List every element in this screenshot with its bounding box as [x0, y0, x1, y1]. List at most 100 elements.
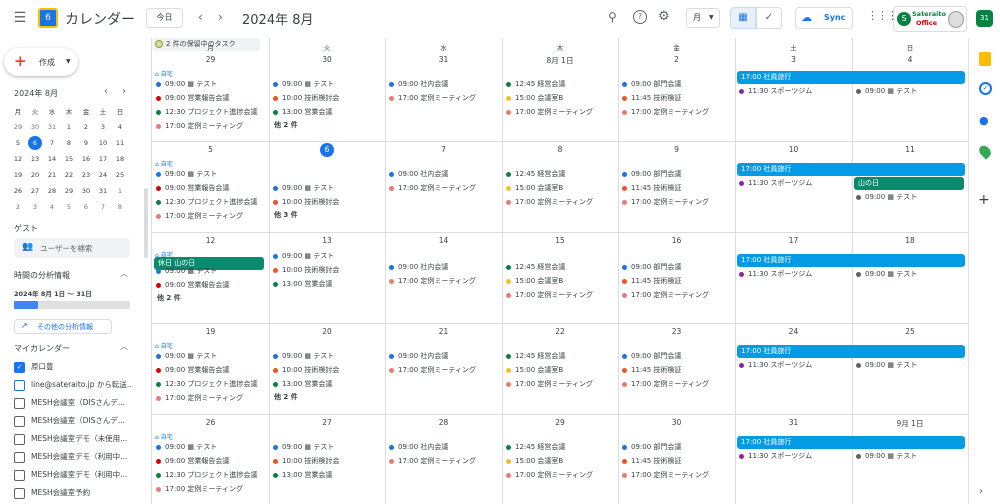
event-item[interactable]: 09:00 ▦ テスト [156, 168, 265, 180]
event-item[interactable]: 09:00 部門会議 [622, 78, 731, 90]
calendar-checkbox[interactable] [14, 452, 25, 463]
event-item[interactable]: 10:00 技術検討会 [273, 92, 381, 104]
mini-day[interactable]: 7 [95, 200, 111, 214]
event-item[interactable]: 17:00 定例ミーティング [622, 469, 731, 481]
day-number[interactable]: 11 [852, 145, 968, 154]
day-number[interactable]: 30 [269, 55, 385, 64]
mini-day[interactable]: 11 [112, 136, 128, 150]
event-item[interactable]: 12:30 プロジェクト進捗会議 [156, 196, 265, 208]
help-icon[interactable]: ? [633, 10, 647, 24]
day-number[interactable]: 9月 1日 [852, 418, 968, 429]
day-number[interactable]: 14 [385, 236, 502, 245]
day-number[interactable]: 12 [152, 236, 269, 245]
event-item[interactable]: 09:00 社内会議 [389, 350, 498, 362]
day-number[interactable]: 30 [618, 418, 735, 427]
mini-day[interactable]: 17 [95, 152, 111, 166]
day-number[interactable]: 21 [385, 327, 502, 336]
event-item[interactable]: 17:00 定例ミーティング [389, 455, 498, 467]
calendar-checkbox[interactable] [14, 470, 25, 481]
more-insights-button[interactable]: ↗ その他の分析情報 [14, 319, 112, 334]
mini-day[interactable]: 13 [27, 152, 43, 166]
day-number[interactable]: 29 [502, 418, 618, 427]
event-item[interactable]: 09:00 部門会議 [622, 441, 731, 453]
more-events-link[interactable]: 他 3 件 [274, 210, 298, 220]
event-item[interactable]: 17:00 定例ミーティング [506, 289, 614, 301]
event-item[interactable]: 12:45 経営会議 [506, 441, 614, 453]
event-item[interactable]: 17:00 定例ミーティング [389, 92, 498, 104]
event-item[interactable]: 12:45 経営会議 [506, 350, 614, 362]
collapse-chevron-icon[interactable]: ︿ [120, 341, 128, 352]
event-item[interactable]: 17:00 定例ミーティング [389, 364, 498, 376]
mini-day[interactable]: 22 [61, 168, 77, 182]
mini-day[interactable]: 4 [112, 120, 128, 134]
mini-day[interactable]: 4 [44, 200, 60, 214]
mini-day[interactable]: 15 [61, 152, 77, 166]
mini-day[interactable]: 25 [112, 168, 128, 182]
more-events-link[interactable]: 他 2 件 [157, 293, 181, 303]
event-item[interactable]: 09:00 ▦ テスト [856, 268, 964, 280]
mini-day[interactable]: 5 [61, 200, 77, 214]
mini-day[interactable]: 23 [78, 168, 94, 182]
day-number[interactable]: 8月 1日 [502, 55, 618, 66]
event-item[interactable]: 09:00 社内会議 [389, 441, 498, 453]
collapse-chevron-icon[interactable]: ︿ [120, 268, 128, 279]
event-item[interactable]: 17:00 定例ミーティング [389, 182, 498, 194]
day-number[interactable]: 28 [385, 418, 502, 427]
mini-day[interactable]: 8 [112, 200, 128, 214]
mini-day[interactable]: 6 [78, 200, 94, 214]
mini-day[interactable]: 16 [78, 152, 94, 166]
calendar-checkbox[interactable] [14, 398, 25, 409]
day-number[interactable]: 10 [735, 145, 852, 154]
mini-day[interactable]: 1 [112, 184, 128, 198]
event-item[interactable]: 09:00 ▦ テスト [156, 78, 265, 90]
mini-day[interactable]: 3 [27, 200, 43, 214]
mini-day[interactable]: 29 [61, 184, 77, 198]
event-item[interactable]: 17:00 定例ミーティング [156, 483, 265, 495]
event-item[interactable]: 10:00 技術検討会 [273, 264, 381, 276]
event-item[interactable]: 17:00 定例ミーティング [389, 275, 498, 287]
tasks-icon[interactable]: ✓ [979, 82, 992, 95]
day-number[interactable]: 18 [852, 236, 968, 245]
event-item[interactable]: 13:00 営業会議 [273, 378, 381, 390]
mini-day[interactable]: 31 [95, 184, 111, 198]
day-number[interactable]: 23 [618, 327, 735, 336]
calendar-checkbox[interactable] [14, 416, 25, 427]
event-item[interactable]: 15:00 会議室B [506, 275, 614, 287]
event-item[interactable]: 10:00 技術検討会 [273, 455, 381, 467]
event-item[interactable]: 12:45 経営会議 [506, 261, 614, 273]
event-item[interactable]: 17:00 定例ミーティング [506, 196, 614, 208]
event-item[interactable]: 09:00 ▦ テスト [156, 265, 265, 277]
mini-day[interactable]: 7 [44, 136, 60, 150]
contacts-icon[interactable]: ● [979, 115, 991, 127]
mini-day[interactable]: 30 [27, 120, 43, 134]
mini-day[interactable]: 3 [95, 120, 111, 134]
day-number-today[interactable]: 6 [320, 143, 334, 157]
event-item[interactable]: 09:00 部門会議 [622, 350, 731, 362]
day-number[interactable]: 4 [852, 55, 968, 64]
event-item[interactable]: 13:00 営業会議 [273, 278, 381, 290]
event-item[interactable]: 12:30 プロジェクト進捗会議 [156, 106, 265, 118]
event-item[interactable]: 11:45 技術検証 [622, 92, 731, 104]
event-item[interactable]: 10:00 技術検討会 [273, 196, 381, 208]
day-number[interactable]: 15 [502, 236, 618, 245]
day-number[interactable]: 5 [152, 145, 269, 154]
mini-day[interactable]: 2 [10, 200, 26, 214]
event-item[interactable]: 09:00 ▦ テスト [856, 85, 964, 97]
mini-next-icon[interactable]: › [122, 86, 126, 97]
event-item[interactable]: 17:00 定例ミーティング [506, 106, 614, 118]
event-item[interactable]: 09:00 部門会議 [622, 168, 731, 180]
event-item[interactable]: 17:00 定例ミーティング [622, 106, 731, 118]
trip-event-bar[interactable]: 17:00 社員旅行 [737, 71, 965, 84]
event-item[interactable]: 11:30 スポーツジム [739, 359, 848, 371]
event-item[interactable]: 09:00 営業報告会議 [156, 182, 265, 194]
event-item[interactable]: 09:00 ▦ テスト [273, 250, 381, 262]
calendar-view-toggle[interactable]: ▦ [730, 7, 756, 29]
event-item[interactable]: 09:00 ▦ テスト [856, 191, 964, 203]
calendar-checkbox[interactable]: ✓ [14, 362, 25, 373]
calendar-checkbox[interactable] [14, 434, 25, 445]
event-item[interactable]: 09:00 営業報告会議 [156, 364, 265, 376]
event-item[interactable]: 11:30 スポーツジム [739, 450, 848, 462]
more-events-link[interactable]: 他 2 件 [274, 392, 298, 402]
event-item[interactable]: 11:45 技術検証 [622, 364, 731, 376]
event-item[interactable]: 17:00 定例ミーティング [506, 378, 614, 390]
